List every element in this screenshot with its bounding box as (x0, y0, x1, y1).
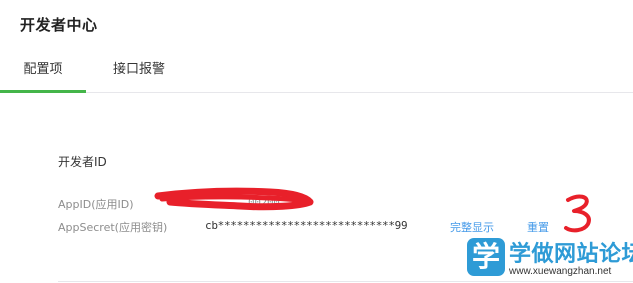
watermark-logo: 学 学做网站论坛 www.xuewangzhan.net (465, 236, 633, 283)
watermark-name: 学做网站论坛 (509, 242, 633, 267)
show-full-button[interactable]: 完整显示 (450, 219, 494, 235)
page-title: 开发者中心 (20, 16, 98, 34)
watermark-badge: 学 (467, 238, 505, 276)
app-secret-value: cb****************************99 (205, 219, 408, 232)
section-title-developer-id: 开发者ID (58, 155, 107, 169)
red-scribble-redaction (154, 187, 314, 211)
app-id-label: AppID(应用ID) (58, 198, 134, 211)
reset-button[interactable]: 重置 (527, 219, 549, 235)
tab-bar: 配置项 接口报警 (0, 48, 633, 93)
tab-config[interactable]: 配置项 (0, 48, 86, 93)
developer-center-page: 开发者中心 配置项 接口报警 开发者ID AppID(应用ID) 00200 A… (0, 0, 633, 283)
watermark-url: www.xuewangzhan.net (509, 266, 612, 277)
tab-interface-alarm[interactable]: 接口报警 (96, 48, 182, 91)
app-secret-label: AppSecret(应用密钥) (58, 221, 168, 234)
red-number-three-mark (564, 194, 591, 233)
